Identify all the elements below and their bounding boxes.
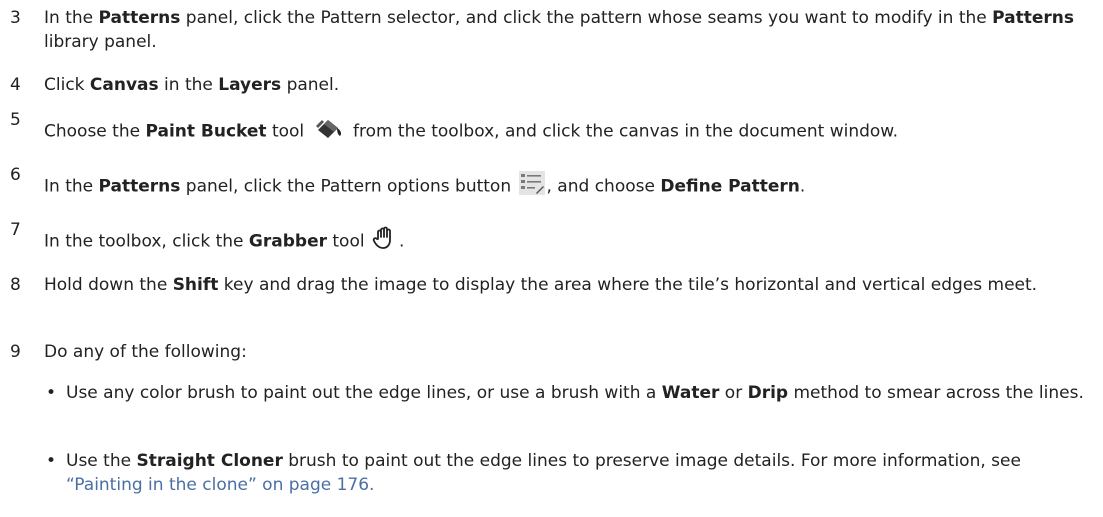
step-8: 8 Hold down the Shift key and drag the i… bbox=[10, 273, 1095, 297]
step-text: Click Canvas in the Layers panel. bbox=[44, 75, 340, 95]
step-number: 8 bbox=[10, 275, 21, 295]
step-number: 3 bbox=[10, 8, 21, 28]
step-number: 4 bbox=[10, 75, 21, 95]
step-6: 6 In the Patterns panel, click the Patte… bbox=[10, 165, 1095, 202]
step-text: Do any of the following: bbox=[44, 342, 247, 362]
step-5: 5 Choose the Paint Bucket tool from the … bbox=[10, 110, 1095, 147]
list-item: • Use any color brush to paint out the e… bbox=[46, 383, 1084, 403]
list-item: • Use the Straight Cloner brush to paint… bbox=[46, 451, 1021, 495]
step-4: 4 Click Canvas in the Layers panel. bbox=[10, 73, 1095, 97]
step-text: In the Patterns panel, click the Pattern… bbox=[44, 8, 1074, 52]
step-text: Choose the Paint Bucket tool from the to… bbox=[44, 116, 1095, 147]
step-number: 9 bbox=[10, 342, 21, 362]
step-number: 7 bbox=[10, 220, 21, 240]
instruction-page: 3 In the Patterns panel, click the Patte… bbox=[0, 0, 1103, 517]
step-number: 5 bbox=[10, 110, 21, 130]
step-number: 6 bbox=[10, 165, 21, 185]
bullet-icon: • bbox=[46, 451, 57, 471]
step-9: 9 Do any of the following: bbox=[10, 340, 1095, 364]
step-text: In the toolbox, click the Grabber tool . bbox=[44, 226, 1095, 257]
cross-reference-link[interactable]: “Painting in the clone” on page 176. bbox=[66, 475, 374, 495]
step-3: 3 In the Patterns panel, click the Patte… bbox=[10, 6, 1095, 54]
step-text: Hold down the Shift key and drag the ima… bbox=[44, 275, 1038, 295]
step-text: In the Patterns panel, click the Pattern… bbox=[44, 171, 1095, 202]
paint-bucket-icon bbox=[314, 116, 344, 147]
pattern-options-icon[interactable] bbox=[518, 171, 545, 202]
grabber-hand-icon bbox=[372, 226, 398, 257]
bullet-icon: • bbox=[46, 383, 57, 403]
step-7: 7 In the toolbox, click the Grabber tool… bbox=[10, 220, 1095, 257]
